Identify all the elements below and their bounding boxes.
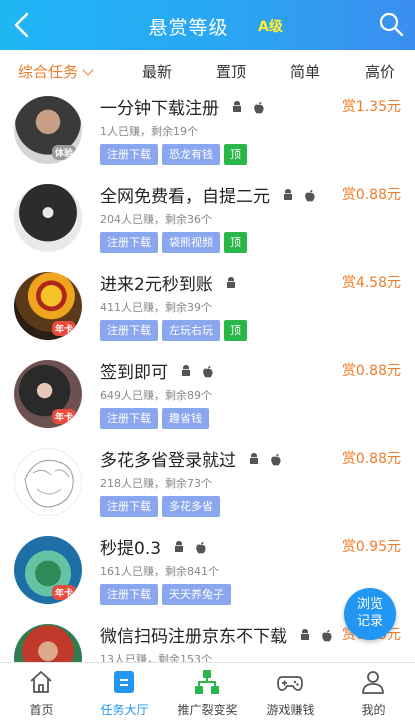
tag-pinned: 顶 — [224, 232, 247, 253]
tag-app: 恐龙有钱 — [162, 144, 220, 165]
task-tags: 注册下载 天天养兔子 — [100, 583, 235, 605]
task-meta: 411人已赚，剩余39个 — [100, 301, 212, 314]
nav-home[interactable]: 首页 — [0, 663, 83, 723]
task-tags: 注册下载 趣省钱 — [100, 407, 213, 429]
task-reward: 赏1.35元 — [341, 99, 401, 115]
browse-history-button[interactable]: 浏览 记录 — [344, 588, 396, 640]
avatar-badge: 年卡 — [51, 409, 76, 424]
task-item[interactable]: 年卡 进来2元秒到账 411人已赚，剩余39个 赏4.58元 注册下载 左玩右玩顶 — [0, 266, 415, 354]
task-title: 一分钟下载注册 — [100, 94, 268, 119]
android-icon — [284, 189, 293, 200]
android-icon — [175, 541, 184, 552]
tab-high-price[interactable]: 高价 — [365, 61, 395, 82]
avatar — [14, 624, 82, 662]
task-meta: 13人已赚，剩余153个 — [100, 653, 212, 662]
task-reward: 赏4.58元 — [341, 275, 401, 291]
sketch-avatar-image — [24, 459, 74, 508]
task-meta: 649人已赚，剩余89个 — [100, 389, 212, 402]
avatar-badge: 年卡 — [51, 585, 76, 600]
task-tags: 注册下载 多花多省 — [100, 495, 224, 517]
tag-app: 天天养兔子 — [162, 584, 231, 605]
android-icon — [301, 629, 310, 640]
avatar-badge: 年卡 — [51, 321, 76, 336]
page-title: 悬赏等级 — [148, 17, 229, 39]
task-tags: 注册下载 恐龙有钱顶 — [100, 143, 251, 165]
tab-comprehensive[interactable]: 综合任务 — [18, 61, 94, 82]
task-hall-icon — [114, 671, 134, 693]
tab-pinned[interactable]: 置顶 — [216, 61, 246, 82]
apple-icon — [196, 542, 206, 554]
task-meta: 161人已赚，剩余841个 — [100, 565, 219, 578]
tag-type: 注册下载 — [100, 408, 158, 429]
task-item[interactable]: 体验 一分钟下载注册 1人已赚，剩余19个 赏1.35元 注册下载 恐龙有钱顶 — [0, 90, 415, 178]
task-tags: 注册下载 袋熊视频顶 — [100, 231, 251, 253]
tag-type: 注册下载 — [100, 144, 158, 165]
task-title: 全网免费看，自提二元 — [100, 182, 319, 207]
avatar: 体验 — [14, 96, 82, 164]
search-icon[interactable] — [377, 10, 405, 38]
avatar — [14, 448, 82, 516]
tab-newest[interactable]: 最新 — [142, 61, 172, 82]
tag-pinned: 顶 — [224, 320, 247, 341]
tag-type: 注册下载 — [100, 584, 158, 605]
android-icon — [233, 101, 242, 112]
tag-app: 趣省钱 — [162, 408, 209, 429]
task-reward: 赏0.88元 — [341, 187, 401, 203]
tag-pinned: 顶 — [224, 144, 247, 165]
apple-icon — [271, 454, 281, 466]
android-icon — [182, 365, 191, 376]
user-icon — [362, 671, 384, 694]
gamepad-icon — [277, 676, 303, 691]
apple-icon — [254, 102, 264, 114]
app-header: 悬赏等级 A级 — [0, 0, 415, 50]
chevron-down-icon — [82, 64, 94, 76]
avatar-badge: 体验 — [51, 145, 76, 160]
task-title: 进来2元秒到账 — [100, 270, 240, 295]
task-reward: 赏0.95元 — [341, 539, 401, 555]
apple-icon — [305, 190, 315, 202]
task-reward: 赏0.88元 — [341, 363, 401, 379]
avatar: 年卡 — [14, 272, 82, 340]
tag-type: 注册下载 — [100, 496, 158, 517]
task-title: 秒提0.3 — [100, 534, 210, 559]
nav-mine[interactable]: 我的 — [332, 663, 415, 723]
apple-icon — [322, 630, 332, 642]
task-title: 多花多省登录就过 — [100, 446, 285, 471]
task-meta: 204人已赚，剩余36个 — [100, 213, 212, 226]
tag-type: 注册下载 — [100, 320, 158, 341]
android-icon — [250, 453, 259, 464]
level-badge: A级 — [258, 19, 283, 35]
task-meta: 218人已赚，剩余73个 — [100, 477, 212, 490]
bottom-nav: 首页 任务大厅 推广裂变奖 游戏赚钱 我的 — [0, 662, 415, 723]
tag-app: 多花多省 — [162, 496, 220, 517]
nav-task-hall[interactable]: 任务大厅 — [83, 663, 166, 723]
android-icon — [227, 277, 236, 288]
filter-tabs: 综合任务 最新 置顶 简单 高价 — [0, 50, 415, 90]
tag-app: 左玩右玩 — [162, 320, 220, 341]
task-item[interactable]: 多花多省登录就过 218人已赚，剩余73个 赏0.88元 注册下载 多花多省 — [0, 442, 415, 530]
tag-type: 注册下载 — [100, 232, 158, 253]
task-list: 体验 一分钟下载注册 1人已赚，剩余19个 赏1.35元 注册下载 恐龙有钱顶 全… — [0, 90, 415, 662]
task-reward: 赏0.88元 — [341, 451, 401, 467]
avatar: 年卡 — [14, 536, 82, 604]
tag-app: 袋熊视频 — [162, 232, 220, 253]
task-meta: 1人已赚，剩余19个 — [100, 125, 198, 138]
tab-simple[interactable]: 简单 — [290, 61, 320, 82]
task-item[interactable]: 全网免费看，自提二元 204人已赚，剩余36个 赏0.88元 注册下载 袋熊视频顶 — [0, 178, 415, 266]
share-network-icon — [195, 670, 219, 694]
task-title: 微信扫码注册京东不下载 — [100, 622, 336, 647]
nav-game-earn[interactable]: 游戏赚钱 — [249, 663, 332, 723]
nav-referral[interactable]: 推广裂变奖 — [166, 663, 249, 723]
apple-icon — [203, 366, 213, 378]
avatar — [14, 184, 82, 252]
task-item[interactable]: 年卡 签到即可 649人已赚，剩余89个 赏0.88元 注册下载 趣省钱 — [0, 354, 415, 442]
task-title: 签到即可 — [100, 358, 217, 383]
home-icon — [30, 671, 52, 693]
avatar: 年卡 — [14, 360, 82, 428]
task-tags: 注册下载 左玩右玩顶 — [100, 319, 251, 341]
